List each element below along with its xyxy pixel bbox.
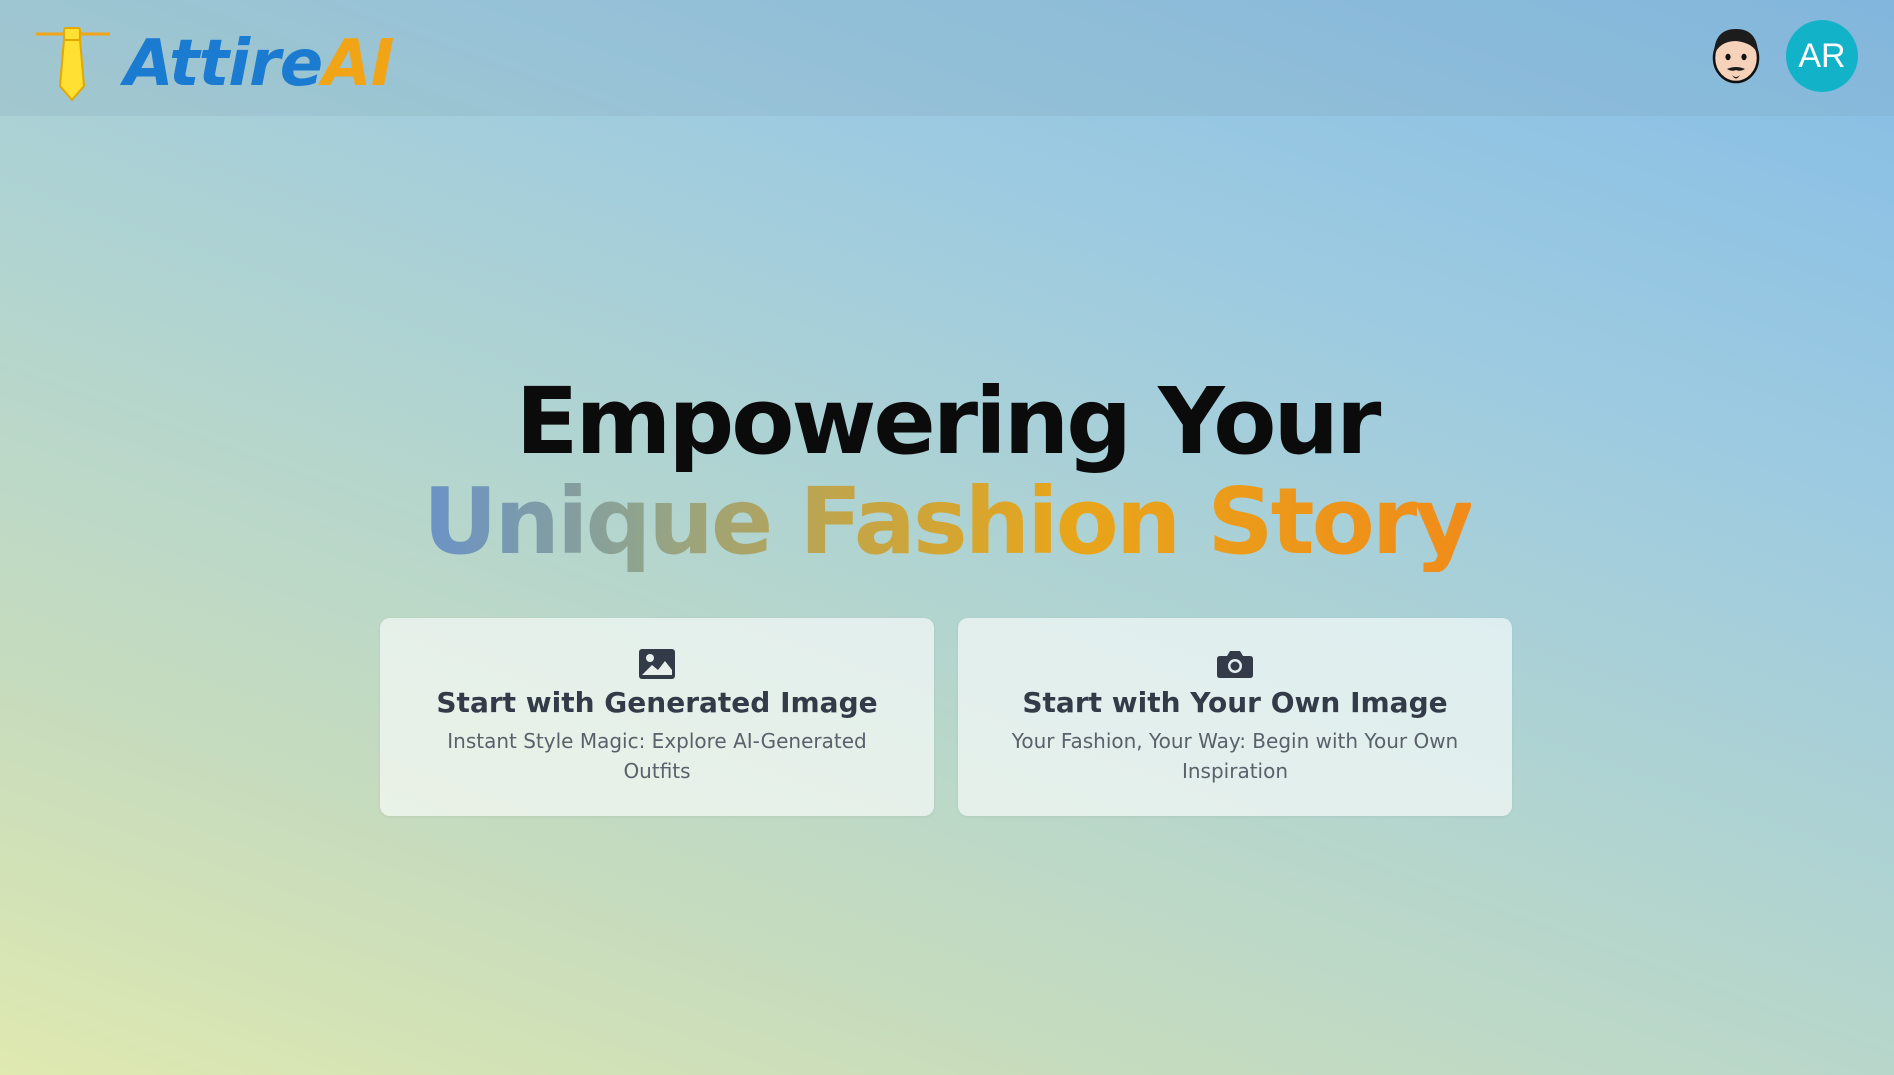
brand-logo[interactable]: AttireAI	[34, 24, 394, 104]
hero-line-1: Empowering Your	[515, 368, 1382, 475]
hero-line-2: Unique Fashion Story	[422, 468, 1474, 575]
card-title: Start with Generated Image	[436, 686, 878, 719]
card-subtitle: Instant Style Magic: Explore AI-Generate…	[447, 729, 867, 783]
user-avatar[interactable]: AR	[1786, 20, 1858, 92]
start-own-image-card[interactable]: Start with Your Own Image Your Fashion, …	[958, 618, 1512, 816]
brand-wordmark: AttireAI	[124, 32, 394, 96]
hero-headline: Empowering Your Unique Fashion Story	[0, 372, 1894, 572]
top-bar: AttireAI AR	[0, 0, 1894, 116]
man-face-icon[interactable]	[1706, 25, 1766, 85]
start-generated-image-card[interactable]: Start with Generated Image Instant Style…	[380, 618, 934, 816]
image-icon	[638, 648, 676, 680]
brand-name-attire: Attire	[124, 27, 323, 101]
card-title: Start with Your Own Image	[1022, 686, 1448, 719]
card-subtitle: Your Fashion, Your Way: Begin with Your …	[1011, 729, 1459, 783]
camera-icon	[1216, 648, 1254, 680]
tie-icon	[34, 24, 114, 104]
brand-name-ai: AI	[322, 27, 394, 101]
